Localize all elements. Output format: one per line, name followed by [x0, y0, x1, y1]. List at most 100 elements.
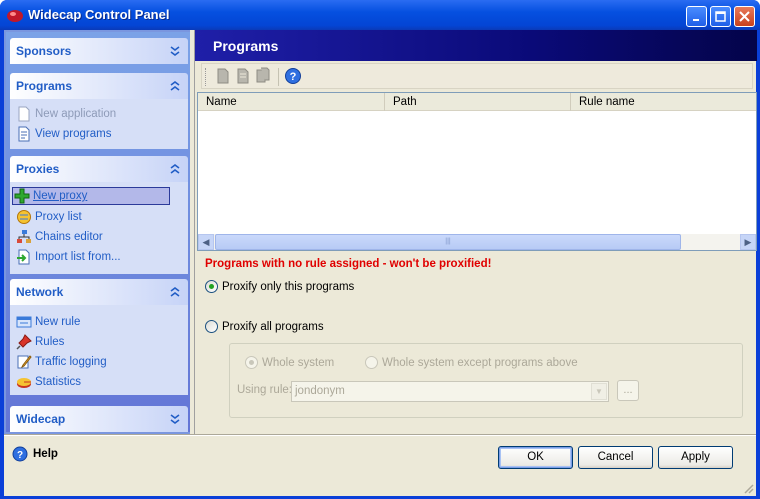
rules-label: Rules [35, 336, 65, 348]
new-application-link[interactable]: New application [16, 105, 116, 123]
scroll-right-button[interactable]: ▶ [740, 234, 756, 250]
chevron-up-icon [170, 287, 180, 297]
statistics-label: Statistics [35, 376, 82, 388]
radio-unchecked-icon [205, 320, 218, 333]
ok-button[interactable]: OK [498, 446, 573, 469]
scroll-left-button[interactable]: ◀ [198, 234, 214, 250]
network-chain-icon [17, 230, 31, 243]
traffic-logging-link[interactable]: Traffic logging [16, 353, 107, 371]
window-title: Widecap Control Panel [28, 7, 170, 22]
close-button[interactable] [734, 6, 755, 27]
proxies-group-header[interactable]: Proxies [10, 156, 188, 182]
radio-unchecked-icon [365, 356, 378, 369]
using-rule-select[interactable]: jondonym ▼ [291, 381, 609, 402]
title-bar[interactable]: Widecap Control Panel [0, 0, 760, 30]
toolbar: ? [201, 63, 753, 89]
chains-editor-label: Chains editor [35, 231, 103, 243]
widecap-logo-icon [7, 10, 23, 22]
task-pane: Sponsors Programs New application View p [4, 30, 190, 434]
list-header: Name Path Rule name [198, 93, 756, 111]
view-programs-label: View programs [35, 128, 112, 140]
new-document-icon[interactable] [214, 67, 232, 85]
delete-document-icon[interactable] [254, 67, 272, 85]
arrow-left-icon: ◀ [202, 236, 210, 247]
traffic-logging-label: Traffic logging [35, 356, 107, 368]
sponsors-group-header[interactable]: Sponsors [10, 38, 188, 64]
chevron-down-icon [170, 46, 180, 56]
import-icon [17, 249, 30, 265]
browse-rule-button[interactable]: ... [617, 380, 639, 401]
help-label: Help [33, 448, 58, 460]
using-rule-value: jondonym [295, 385, 345, 397]
rules-link[interactable]: Rules [16, 333, 64, 351]
document-icon [18, 126, 30, 142]
column-path[interactable]: Path [385, 93, 571, 111]
chevron-down-icon: ▼ [595, 387, 603, 396]
whole-system-label: Whole system [262, 356, 335, 369]
maximize-icon [715, 11, 726, 22]
horizontal-scrollbar[interactable]: ◀ ||| ▶ [198, 234, 756, 250]
radio-checked-icon [245, 356, 258, 369]
minimize-icon [693, 19, 699, 21]
warning-text: Programs with no rule assigned - won't b… [205, 258, 492, 270]
column-rule-name[interactable]: Rule name [571, 93, 756, 111]
import-list-link[interactable]: Import list from... [16, 248, 121, 266]
close-icon [739, 11, 750, 22]
document-icon [18, 106, 30, 122]
new-rule-link[interactable]: New rule [16, 313, 80, 331]
proxy-list-label: Proxy list [35, 211, 82, 223]
chains-editor-link[interactable]: Chains editor [16, 228, 103, 246]
new-proxy-link[interactable]: New proxy [12, 187, 170, 205]
edit-document-icon[interactable] [234, 67, 252, 85]
help-icon[interactable]: ? [284, 67, 302, 85]
proxy-list-link[interactable]: Proxy list [16, 208, 82, 226]
proxies-group-title: Proxies [16, 162, 60, 176]
globe-icon [17, 210, 31, 224]
network-group-body: New rule Rules Traffic logging Statistic… [10, 305, 188, 395]
programs-list[interactable]: Name Path Rule name ◀ ||| ▶ [197, 92, 757, 251]
toolbar-grip[interactable] [205, 68, 207, 86]
minimize-button[interactable] [686, 6, 707, 27]
help-icon: ? [12, 446, 28, 462]
whole-system-except-radio[interactable]: Whole system except programs above [365, 356, 578, 369]
dropdown-button[interactable]: ▼ [591, 383, 607, 400]
import-list-label: Import list from... [35, 251, 121, 263]
column-name[interactable]: Name [198, 93, 385, 111]
pin-icon [16, 334, 32, 350]
radio-checked-icon [205, 280, 218, 293]
network-group-title: Network [16, 285, 64, 299]
edit-log-icon [17, 355, 32, 369]
scroll-thumb[interactable]: ||| [215, 234, 681, 250]
help-link[interactable]: ? Help [12, 446, 58, 462]
application-window: Widecap Control Panel Sponsors Programs [0, 0, 760, 499]
new-rule-label: New rule [35, 316, 81, 328]
new-application-label: New application [35, 108, 117, 120]
sponsors-group-title: Sponsors [16, 44, 72, 58]
statistics-link[interactable]: Statistics [16, 373, 81, 391]
programs-panel: Programs ? Name Path Rule name ◀ ||| ▶ P… [194, 30, 757, 434]
arrow-right-icon: ▶ [744, 236, 752, 247]
toolbar-separator [278, 68, 279, 86]
proxify-only-radio[interactable]: Proxify only this programs [205, 280, 354, 293]
network-group-header[interactable]: Network [10, 279, 188, 305]
footer-divider [4, 434, 756, 436]
proxify-all-radio[interactable]: Proxify all programs [205, 320, 324, 333]
whole-system-radio[interactable]: Whole system [245, 356, 334, 369]
plus-icon [14, 188, 30, 204]
panel-header: Programs [195, 30, 757, 61]
widecap-group-header[interactable]: Widecap [10, 406, 188, 432]
programs-group-header[interactable]: Programs [10, 73, 188, 99]
new-rule-icon [16, 316, 32, 328]
chevron-up-icon [170, 164, 180, 174]
svg-text:?: ? [290, 71, 297, 83]
resize-grip-icon[interactable] [742, 482, 754, 494]
programs-group-title: Programs [16, 79, 73, 93]
new-proxy-label: New proxy [33, 190, 88, 202]
maximize-button[interactable] [710, 6, 731, 27]
cancel-button[interactable]: Cancel [578, 446, 653, 469]
apply-button[interactable]: Apply [658, 446, 733, 469]
using-rule-label: Using rule: [237, 384, 292, 396]
proxies-group-body: New proxy Proxy list Chains editor Impor… [10, 182, 188, 274]
proxify-only-label: Proxify only this programs [222, 280, 355, 293]
view-programs-link[interactable]: View programs [16, 125, 112, 143]
